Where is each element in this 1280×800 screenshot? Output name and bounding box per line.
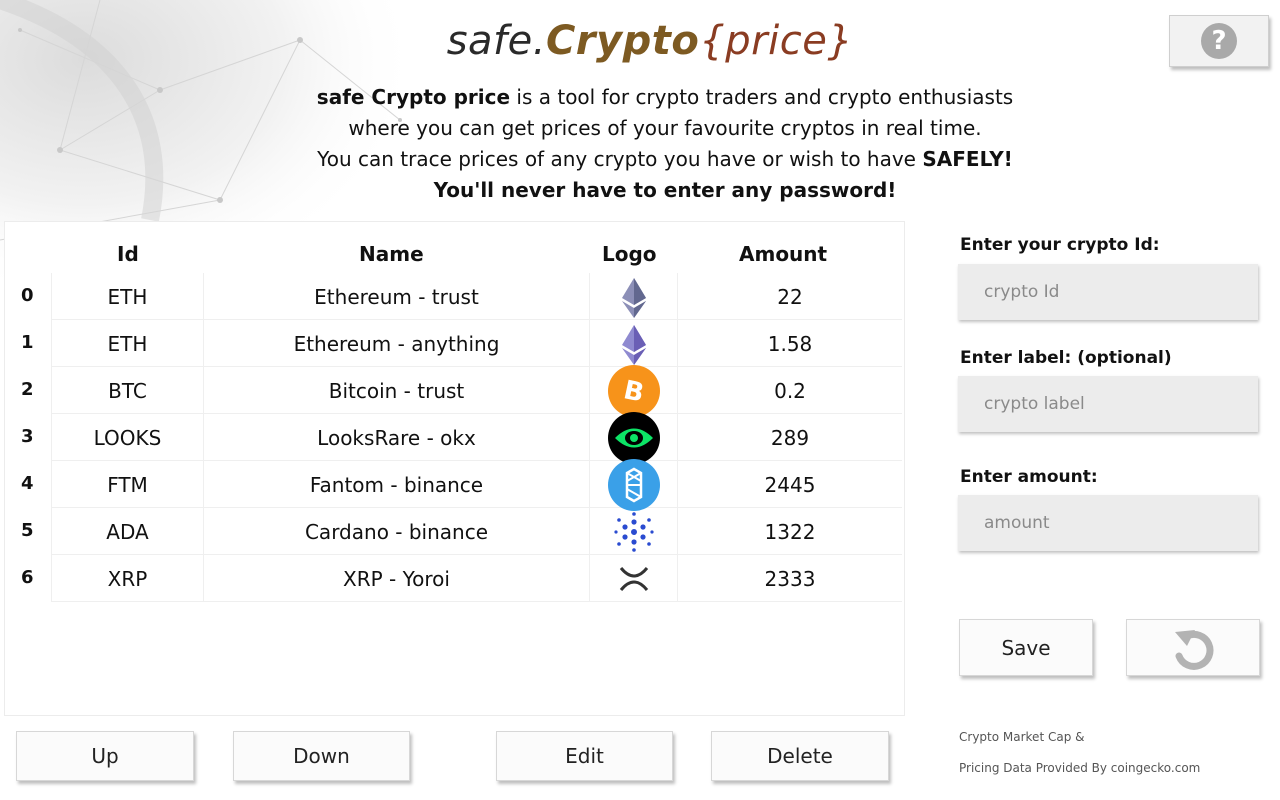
xrp-icon — [619, 566, 648, 591]
app-logo-title: safe.Crypto{price} — [0, 18, 1280, 64]
cell-amount: 1322 — [677, 508, 902, 555]
cell-amount: 289 — [677, 414, 902, 461]
cardano-icon — [613, 511, 654, 552]
intro-app-name: safe Crypto price — [316, 85, 511, 109]
row-cells: LOOKS LooksRare - okx 289 — [51, 411, 902, 464]
footer-line-1: Crypto Market Cap & — [959, 730, 1085, 744]
edit-button[interactable]: Edit — [496, 731, 673, 781]
crypto-id-input[interactable] — [958, 264, 1258, 320]
intro-text: safe Crypto price is a tool for crypto t… — [0, 82, 1280, 206]
row-index: 5 — [21, 520, 34, 541]
cell-logo — [589, 411, 677, 464]
cell-amount: 22 — [677, 273, 902, 320]
row-index: 3 — [21, 426, 34, 447]
intro-line-3: You can trace prices of any crypto you h… — [0, 144, 1280, 175]
table-row[interactable]: 2 BTC Bitcoin - trust B 0.2 — [5, 364, 904, 417]
table-header: Id Name Logo Amount — [5, 236, 904, 276]
cell-name: XRP - Yoroi — [203, 555, 589, 602]
question-icon: ? — [1201, 23, 1237, 59]
cell-id: FTM — [51, 461, 203, 508]
row-index: 4 — [21, 473, 34, 494]
cell-id: ETH — [51, 273, 203, 320]
cell-amount: 1.58 — [677, 320, 902, 367]
row-index: 2 — [21, 379, 34, 400]
cell-amount: 0.2 — [677, 367, 902, 414]
cell-id: XRP — [51, 555, 203, 602]
cell-logo — [589, 273, 677, 320]
row-cells: ETH Ethereum - anything 1.58 — [51, 320, 902, 367]
table-row[interactable]: 4 FTM Fantom - binance 2445 — [5, 458, 904, 511]
intro-line-1-text: is a tool for crypto traders and crypto … — [510, 85, 1014, 109]
undo-button[interactable] — [1126, 619, 1260, 676]
row-cells: FTM Fantom - binance 2445 — [51, 458, 902, 511]
bitcoin-icon: B — [607, 364, 660, 417]
help-button[interactable]: ? — [1169, 15, 1269, 67]
cell-id: BTC — [51, 367, 203, 414]
row-index: 1 — [21, 332, 34, 353]
cell-name: Fantom - binance — [203, 461, 589, 508]
row-cells: ETH Ethereum - trust 22 — [51, 273, 902, 320]
header-name: Name — [359, 242, 424, 266]
table-row[interactable]: 3 LOOKS LooksRare - okx 289 — [5, 411, 904, 464]
intro-line-2: where you can get prices of your favouri… — [348, 116, 982, 140]
row-cells: XRP XRP - Yoroi 2333 — [51, 555, 902, 602]
cell-logo — [589, 458, 677, 511]
crypto-id-label: Enter your crypto Id: — [960, 235, 1160, 255]
intro-line-3-text: You can trace prices of any crypto you h… — [317, 147, 923, 171]
title-part-crypto: Crypto — [545, 18, 700, 64]
row-cells: ADA Cardano - binance 1322 — [51, 508, 902, 555]
crypto-label-input[interactable] — [958, 376, 1258, 432]
table-row[interactable]: 0 ETH Ethereum - trust 22 — [5, 273, 904, 320]
up-button[interactable]: Up — [16, 731, 194, 781]
crypto-label-label: Enter label: (optional) — [960, 348, 1172, 368]
header-amount: Amount — [739, 242, 828, 266]
cell-name: Cardano - binance — [203, 508, 589, 555]
undo-icon — [1175, 629, 1214, 670]
looksrare-icon — [607, 411, 660, 464]
row-index: 6 — [21, 567, 34, 588]
cell-id: ETH — [51, 320, 203, 367]
cell-amount: 2333 — [677, 555, 902, 602]
save-button[interactable]: Save — [959, 619, 1093, 676]
intro-safely: SAFELY! — [922, 147, 1013, 171]
ethereum-icon — [621, 324, 646, 365]
cell-amount: 2445 — [677, 461, 902, 508]
title-part-safe: safe. — [446, 18, 546, 64]
cell-name: LooksRare - okx — [203, 414, 589, 461]
cell-logo — [589, 555, 677, 602]
table-row[interactable]: 1 ETH Ethereum - anything 1.58 — [5, 320, 904, 367]
intro-line-4: You'll never have to enter any password! — [433, 178, 897, 202]
cell-name: Ethereum - trust — [203, 273, 589, 320]
amount-input[interactable] — [958, 495, 1258, 551]
cell-logo — [589, 508, 677, 555]
crypto-table: Id Name Logo Amount 0 ETH Ethereum - tru… — [4, 221, 905, 716]
row-index: 0 — [21, 285, 34, 306]
down-button[interactable]: Down — [233, 731, 410, 781]
table-row[interactable]: 5 ADA Cardano - binance 1322 — [5, 508, 904, 555]
title-part-price: {price} — [699, 18, 854, 64]
fantom-icon — [607, 458, 660, 511]
cell-name: Bitcoin - trust — [203, 367, 589, 414]
footer-line-2: Pricing Data Provided By coingecko.com — [959, 761, 1201, 775]
cell-id: ADA — [51, 508, 203, 555]
cell-logo: B — [589, 364, 677, 417]
ethereum-icon — [621, 277, 646, 318]
intro-line-1: safe Crypto price is a tool for crypto t… — [0, 82, 1280, 113]
table-row[interactable]: 6 XRP XRP - Yoroi 2333 — [5, 555, 904, 602]
cell-id: LOOKS — [51, 414, 203, 461]
delete-button[interactable]: Delete — [711, 731, 889, 781]
header-id: Id — [117, 242, 139, 266]
cell-logo — [589, 320, 677, 367]
cell-name: Ethereum - anything — [203, 320, 589, 367]
row-cells: BTC Bitcoin - trust B 0.2 — [51, 364, 902, 417]
header-logo: Logo — [602, 242, 657, 266]
amount-label: Enter amount: — [960, 467, 1098, 487]
